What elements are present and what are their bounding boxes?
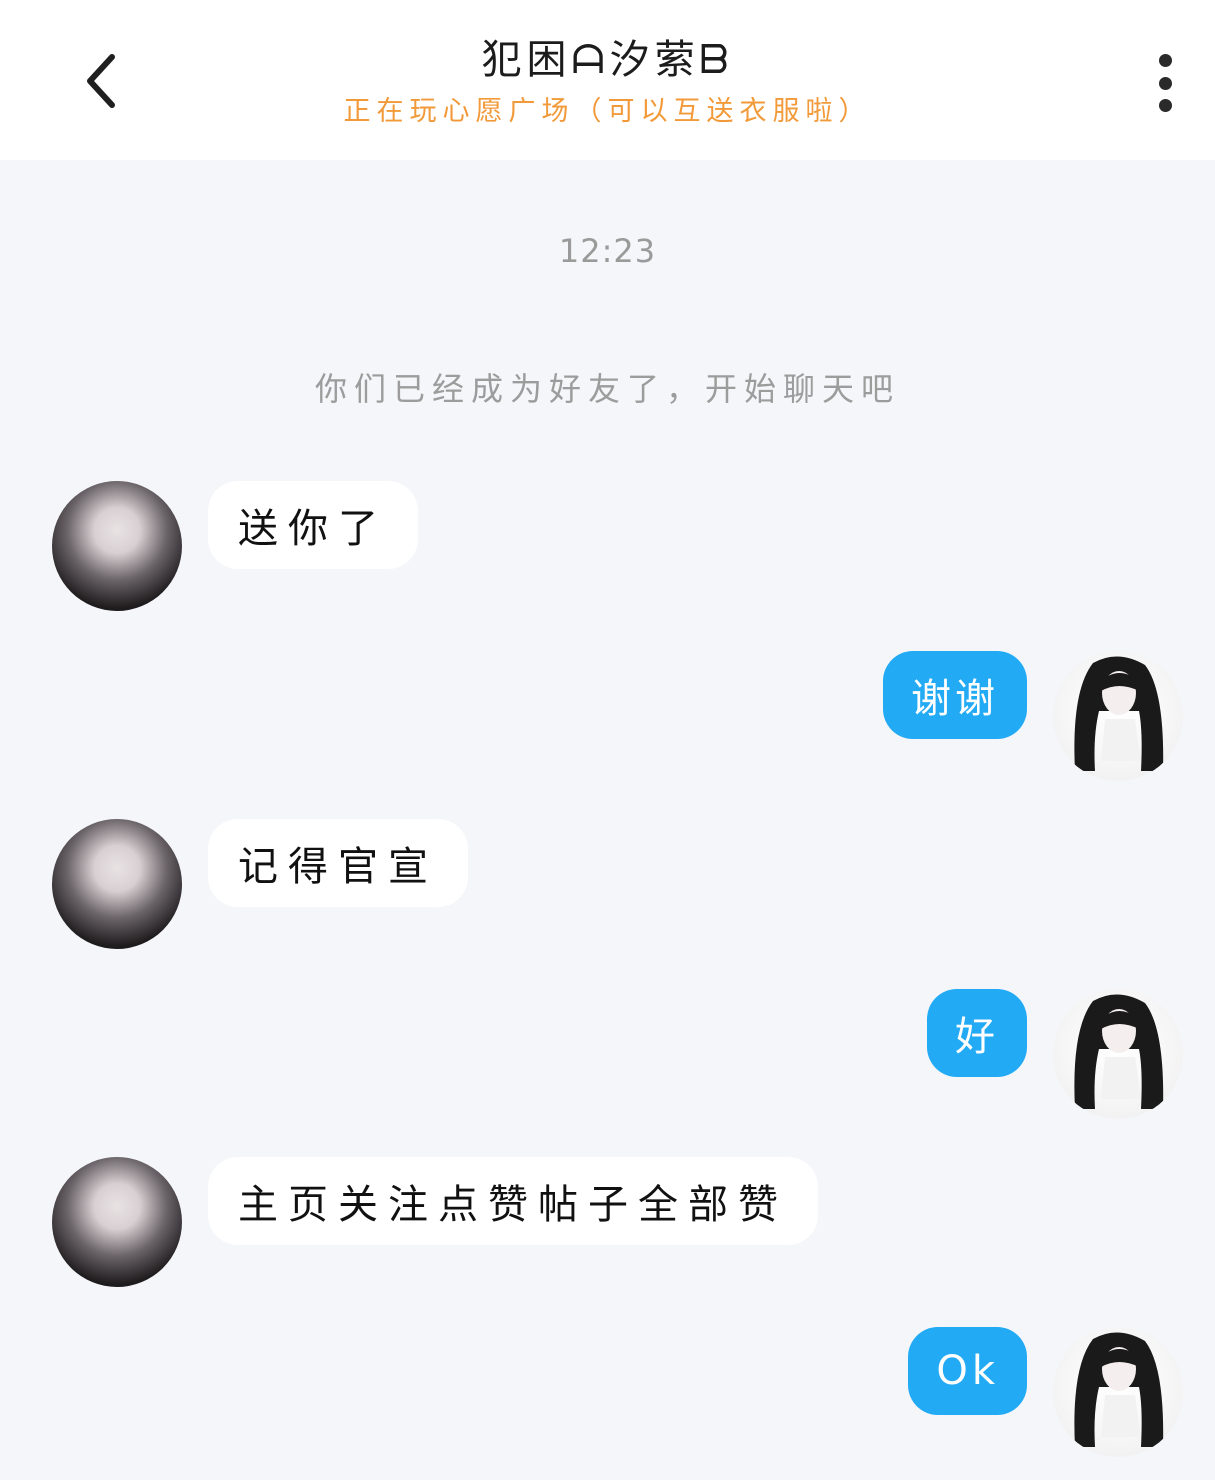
message-bubble-outgoing[interactable]: 好 (927, 989, 1027, 1077)
avatar-image (1074, 1332, 1164, 1447)
system-message: 你们已经成为好友了，开始聊天吧 (314, 370, 900, 408)
message-bubble-outgoing[interactable]: Ok (908, 1327, 1027, 1415)
chat-status: 正在玩心愿广场（可以互送衣服啦） (343, 96, 872, 127)
chat-title: 犯困ᗩ汐萦ᗷ (481, 37, 734, 83)
friend-avatar[interactable] (52, 819, 182, 949)
my-avatar[interactable] (1053, 651, 1183, 781)
friend-avatar[interactable] (52, 1157, 182, 1287)
chat-header: 犯困ᗩ汐萦ᗷ 正在玩心愿广场（可以互送衣服啦） (0, 0, 1215, 160)
friend-avatar[interactable] (52, 481, 182, 611)
more-options-button[interactable] (1140, 48, 1190, 118)
message-bubble-incoming[interactable]: 主页关注点赞帖子全部赞 (208, 1157, 818, 1245)
message-bubble-incoming[interactable]: 送你了 (208, 481, 418, 569)
more-vertical-icon (1158, 54, 1172, 67)
message-bubble-incoming[interactable]: 记得官宣 (208, 819, 468, 907)
my-avatar[interactable] (1053, 1327, 1183, 1457)
avatar-image (1074, 994, 1164, 1109)
avatar-image (1074, 656, 1164, 771)
message-timestamp: 12:23 (558, 232, 657, 270)
my-avatar[interactable] (1053, 989, 1183, 1119)
message-bubble-outgoing[interactable]: 谢谢 (883, 651, 1027, 739)
